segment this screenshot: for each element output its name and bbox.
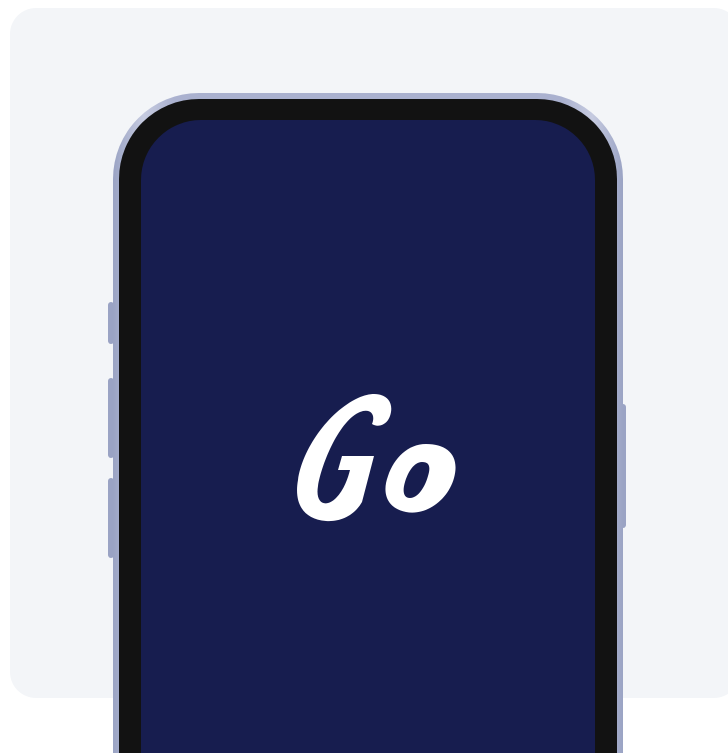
go-logo: Go [297, 394, 456, 522]
